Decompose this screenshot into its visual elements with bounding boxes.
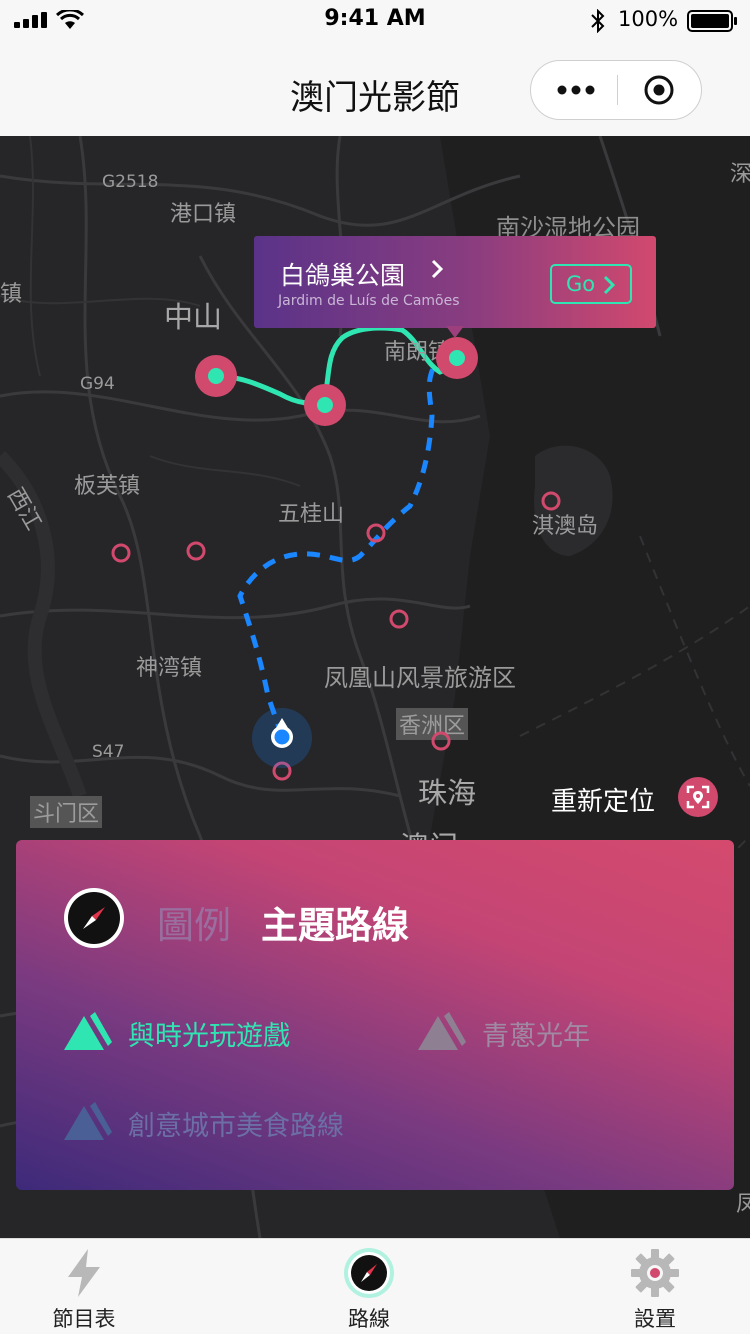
tab-label: 節目表: [52, 1307, 116, 1331]
map-label: 斗门区: [30, 796, 103, 828]
map-label: 五桂山: [278, 502, 345, 527]
map-label: 板芙镇: [74, 474, 141, 499]
chevron-right-icon: [603, 275, 616, 295]
more-dots-icon: [557, 85, 595, 95]
map-label: G2518: [102, 172, 159, 192]
status-bar: 9:41 AM 100%: [0, 0, 750, 40]
go-button-label: Go: [566, 272, 596, 296]
route-item-youth[interactable]: 青蔥光年: [418, 1012, 678, 1052]
mountain-icon: [64, 1102, 112, 1140]
map-label: 凤凰山风景旅游区: [324, 664, 516, 692]
tab-routes[interactable]: 路線: [304, 1239, 434, 1334]
location-popup[interactable]: 白鴿巢公園 Jardim de Luís de Camões Go: [254, 236, 656, 328]
route-stop-icon[interactable]: [435, 336, 479, 380]
battery-icon: [687, 10, 737, 32]
map-label: 镇: [0, 282, 23, 307]
more-button[interactable]: [531, 61, 617, 119]
tab-label: 設置: [634, 1307, 676, 1331]
locate-focus-icon: [686, 785, 710, 809]
relocate-label[interactable]: 重新定位: [551, 781, 655, 818]
map-label: 凤: [736, 1192, 750, 1217]
tab-bar: 節目表 路線 設置: [0, 1238, 750, 1334]
map-label: 中山: [164, 300, 223, 334]
tab-legend[interactable]: 圖例: [157, 895, 231, 949]
map-label: 港口镇: [170, 202, 237, 227]
poi-marker-icon[interactable]: [110, 542, 132, 564]
route-label: 創意城市美食路線: [128, 1111, 344, 1142]
popup-place-subtitle: Jardim de Luís de Camões: [278, 293, 460, 309]
close-button[interactable]: [618, 61, 702, 119]
poi-marker-icon[interactable]: [365, 522, 387, 544]
route-stop-icon[interactable]: [303, 383, 347, 427]
route-item-food[interactable]: 創意城市美食路線: [64, 1102, 424, 1142]
tab-settings[interactable]: 設置: [590, 1239, 720, 1334]
map-label: 神湾镇: [136, 656, 203, 681]
mountain-icon: [64, 1012, 112, 1050]
lightning-icon: [68, 1249, 100, 1297]
tab-label: 路線: [348, 1307, 390, 1331]
poi-marker-icon[interactable]: [430, 730, 452, 752]
map-label: 淇澳岛: [532, 514, 599, 539]
poi-marker-icon[interactable]: [540, 490, 562, 512]
compass-icon: [63, 887, 125, 949]
relocate-button[interactable]: [678, 777, 718, 817]
tab-theme-routes[interactable]: 主題路線: [261, 895, 409, 949]
poi-marker-icon[interactable]: [388, 608, 410, 630]
miniprogram-capsule: [530, 60, 702, 120]
map-label: G94: [80, 374, 115, 394]
map-label: 珠海: [418, 776, 477, 810]
route-legend-panel: 圖例 主題路線 與時光玩遊戲 青蔥光年 創意城市美食路線: [16, 840, 734, 1190]
route-item-time-play[interactable]: 與時光玩遊戲: [64, 1012, 364, 1052]
gear-icon: [631, 1249, 679, 1297]
chevron-right-icon: [431, 259, 444, 279]
target-close-icon: [644, 75, 674, 105]
current-location-icon: [252, 708, 312, 768]
battery-percent: 100%: [618, 7, 679, 31]
map-label: 深: [730, 162, 750, 187]
compass-icon: [344, 1248, 394, 1298]
route-stop-icon[interactable]: [194, 354, 238, 398]
nav-bar: 澳门光影節: [0, 40, 750, 136]
popup-place-name[interactable]: 白鴿巢公園: [280, 256, 405, 292]
bluetooth-icon: [591, 9, 605, 33]
route-label: 與時光玩遊戲: [128, 1021, 290, 1052]
mountain-icon: [418, 1012, 466, 1050]
popup-pointer: [446, 326, 464, 338]
tab-schedule[interactable]: 節目表: [19, 1239, 149, 1334]
app-screen: 9:41 AM 100% 澳门光影節 G2518 港口镇 南沙湿地公园 深 中山…: [0, 0, 750, 1334]
route-label: 青蔥光年: [482, 1021, 590, 1052]
map-label: S47: [92, 742, 125, 762]
poi-marker-icon[interactable]: [185, 540, 207, 562]
go-button[interactable]: Go: [550, 264, 632, 304]
